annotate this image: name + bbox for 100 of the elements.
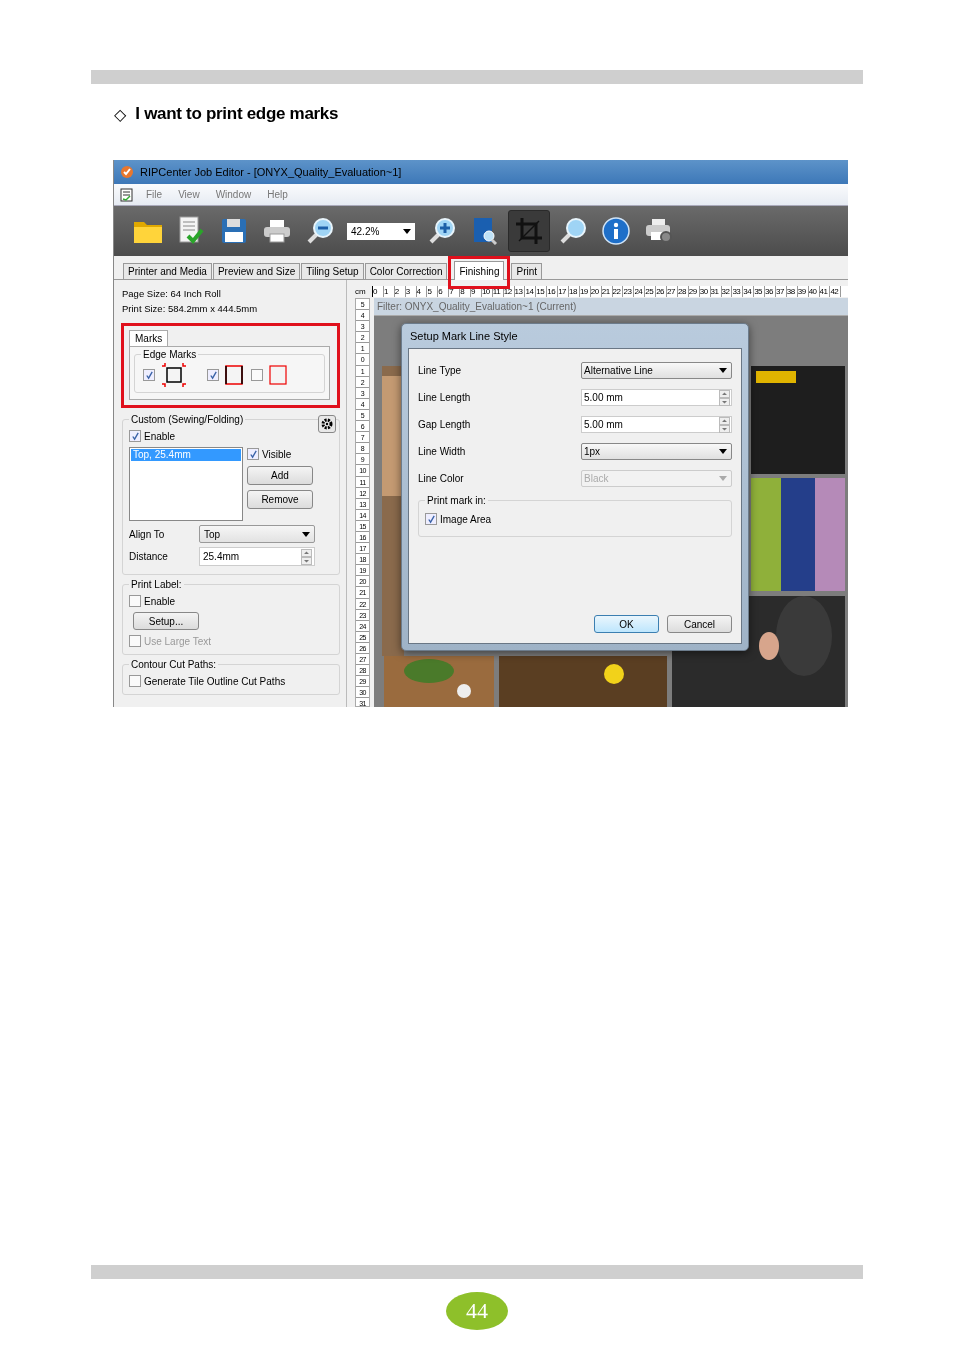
checkbox-label: Generate Tile Outline Cut Paths [144, 675, 286, 687]
field-label: Line Type [418, 365, 462, 376]
ruler-number: 27 [667, 285, 678, 297]
ruler-number: 4 [416, 285, 428, 297]
checkbox[interactable] [207, 369, 219, 381]
group-title: Print Label: [130, 579, 183, 590]
printer-gear-icon [645, 218, 673, 244]
tab[interactable]: Preview and Size [212, 263, 301, 279]
tab[interactable]: Printer and Media [123, 263, 212, 279]
ruler-number: 2 [394, 285, 406, 297]
group-title: Print mark in: [426, 495, 487, 506]
checkbox-label: Image Area [440, 513, 492, 525]
ruler-number: 26 [656, 285, 668, 297]
checkbox[interactable] [251, 369, 263, 381]
tab[interactable]: Marks [129, 330, 169, 346]
filter-text: Filter: ONYX_Quality_Evaluation~1 (Current) [377, 301, 577, 312]
diamond-icon: ◇ [114, 104, 127, 124]
tab[interactable]: Tiling Setup [301, 263, 364, 279]
ruler-number: 36 [765, 285, 776, 297]
ok-button[interactable]: OK [594, 615, 659, 633]
ruler-number: 31 [710, 285, 722, 297]
ruler-number: 6 [438, 285, 450, 297]
spinner-arrows-icon [301, 548, 312, 565]
field-label: Distance [129, 551, 169, 562]
edge-marks-icon [225, 365, 243, 385]
field-label: Line Width [418, 446, 466, 457]
distance-field[interactable]: 25.4mm [199, 547, 315, 566]
group-title: Custom (Sewing/Folding) [130, 414, 245, 425]
ruler-number: 20 [590, 285, 602, 297]
settings-button[interactable] [318, 415, 336, 433]
ruler-number: 38 [786, 285, 798, 297]
ruler-number: 16 [547, 285, 559, 297]
document-icon[interactable] [120, 187, 134, 202]
tab[interactable]: Color Correction [364, 263, 448, 279]
gear-icon [321, 418, 333, 430]
ruler-number: 23 [623, 285, 635, 297]
checkbox[interactable] [247, 448, 259, 460]
checkbox[interactable] [129, 430, 141, 442]
menu-item[interactable]: Window [207, 189, 260, 200]
action-button[interactable]: Add [247, 466, 313, 485]
checkbox[interactable] [425, 513, 437, 525]
align-dropdown[interactable]: Top [199, 525, 315, 543]
zoom-out-icon [306, 217, 334, 245]
dropdown-arrow-icon [719, 476, 727, 481]
ruler-number: 19 [579, 285, 591, 297]
ruler-number: 30 [699, 285, 711, 297]
window-title: RIPCenter Job Editor - [ONYX_Quality_Evaluation~1] [140, 166, 402, 178]
dropdown-arrow-icon [302, 531, 310, 537]
number-field[interactable]: 5.00 mm [581, 389, 732, 406]
ruler-number: 35 [754, 285, 766, 297]
search-icon [559, 217, 587, 245]
ruler-number: 14 [525, 285, 537, 297]
ruler-number: 24 [634, 285, 646, 297]
dropdown-arrow-icon [719, 449, 727, 454]
checkbox-label: Visible [262, 448, 292, 460]
frame-marks-icon [269, 365, 287, 385]
number-field[interactable]: 5.00 mm [581, 416, 732, 433]
zoom-dropdown[interactable]: 42.2% [347, 222, 415, 240]
dropdown-arrow-icon [719, 368, 727, 373]
menu-item[interactable]: Help [259, 189, 296, 200]
ruler-number: 33 [732, 285, 744, 297]
document-check-icon [178, 216, 204, 246]
checkbox[interactable] [129, 595, 141, 607]
spinner-arrows-icon [719, 389, 730, 406]
ruler-number: 41 [819, 285, 831, 297]
ruler-number: 17 [558, 285, 570, 297]
checkbox-label: Use Large Text [144, 635, 212, 647]
spinner-arrows-icon [719, 416, 730, 433]
ruler-number: 34 [743, 285, 755, 297]
ruler-number: 21 [601, 285, 613, 297]
menu-item[interactable]: View [170, 189, 208, 200]
ruler-number: 11 [492, 285, 504, 297]
menu-item[interactable]: File [138, 189, 171, 200]
corner-marks-icon [161, 362, 187, 388]
ruler-number: 25 [645, 285, 657, 297]
ruler-number: 15 [536, 285, 548, 297]
zoom-in-icon [428, 217, 456, 245]
ruler-number: 39 [797, 285, 809, 297]
dropdown[interactable]: Alternative Line [581, 362, 732, 379]
group-title: Contour Cut Paths: [130, 659, 218, 670]
field-label: Align To [129, 528, 166, 540]
tab[interactable]: Finishing [454, 261, 505, 280]
preview-icon [472, 217, 498, 245]
checkbox[interactable] [129, 675, 141, 687]
ruler-number: 1 [383, 285, 395, 297]
dropdown[interactable]: 1px [581, 443, 732, 460]
section-heading: I want to print edge marks [135, 104, 339, 124]
ruler-number: 29 [688, 285, 700, 297]
info-icon [602, 217, 630, 245]
checkbox-label: Enable [144, 595, 176, 607]
tab[interactable]: Print [511, 263, 543, 279]
print-size-text: Print Size: 584.2mm x 444.5mm [122, 302, 259, 316]
setup-button[interactable]: Setup... [133, 612, 199, 630]
action-button[interactable]: Remove [247, 490, 313, 509]
checkbox[interactable] [143, 369, 155, 381]
cancel-button[interactable]: Cancel [667, 615, 732, 633]
page-size-text: Page Size: 64 Inch Roll [122, 287, 222, 301]
ruler-number: 10 [481, 285, 493, 297]
ruler-number: 28 [677, 285, 689, 297]
dropdown-arrow-icon [403, 228, 411, 234]
